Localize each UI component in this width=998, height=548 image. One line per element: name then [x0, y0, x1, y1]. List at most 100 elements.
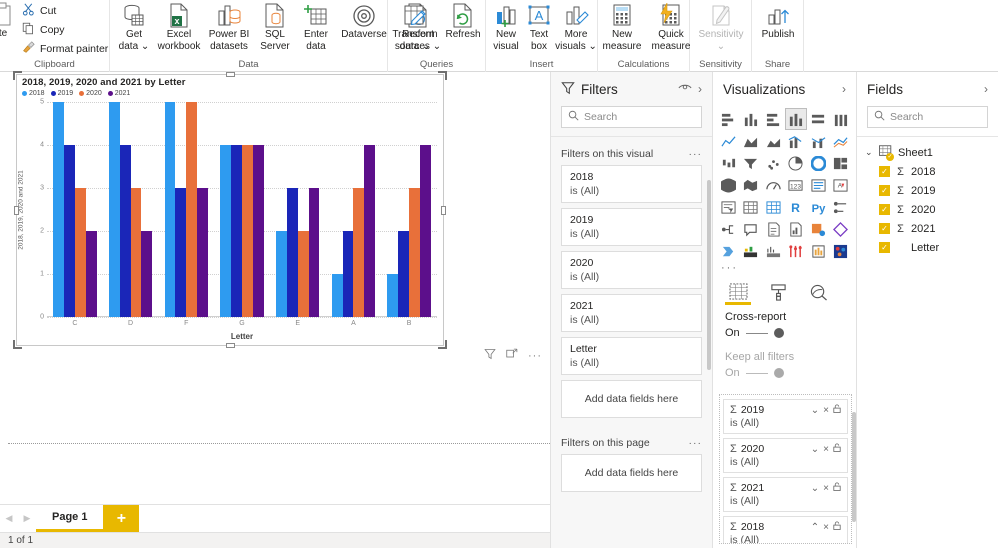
remove-filter-icon[interactable]: ×: [823, 522, 829, 533]
bar-2018-F[interactable]: [164, 102, 176, 317]
filters-visual-more-options[interactable]: ···: [689, 148, 703, 160]
bar-2018-B[interactable]: [387, 274, 399, 317]
fields-table-sheet1[interactable]: ⌄ ✓ Sheet1: [865, 143, 998, 162]
visual-footer[interactable]: ···: [484, 348, 542, 363]
arcgis-maps-icon[interactable]: [717, 240, 740, 262]
chevron-up-icon[interactable]: ⌃: [811, 522, 819, 533]
chevron-down-icon[interactable]: ⌄: [811, 405, 819, 416]
decomposition-tree-icon[interactable]: [717, 218, 740, 240]
cross-report-toggle[interactable]: On: [713, 325, 856, 345]
bar-2019-E[interactable]: [286, 188, 298, 317]
bar-2019-G[interactable]: [231, 145, 242, 317]
resize-handle-right[interactable]: [441, 206, 446, 215]
legend-item-2020[interactable]: 2020: [79, 90, 102, 97]
page-next-button[interactable]: ▶: [18, 505, 36, 532]
power-automate-icon[interactable]: [830, 218, 853, 240]
bar-2020-G[interactable]: [242, 145, 253, 317]
field-well-2020[interactable]: Σ 2020 ⌄ × is (All): [723, 438, 848, 473]
paste-button[interactable]: te: [0, 2, 20, 40]
bar-2021-A[interactable]: [364, 145, 376, 317]
bar-2018-G[interactable]: [220, 145, 232, 317]
bar-chart-visual[interactable]: 2018, 2019, 2020 and 2021 by Letter 2018…: [13, 71, 447, 349]
chevron-down-icon[interactable]: ⌄: [865, 147, 874, 158]
bar-2020-F[interactable]: [186, 102, 198, 317]
report-page[interactable]: 2018, 2019, 2020 and 2021 by Letter 2018…: [8, 71, 550, 444]
text-box-button[interactable]: A Text box: [524, 3, 554, 52]
qna-icon[interactable]: [740, 218, 763, 240]
page-filter-dropzone[interactable]: Add data fields here: [561, 454, 702, 492]
field-well-2021[interactable]: Σ 2021 ⌄ × is (All): [723, 477, 848, 512]
transform-data-button[interactable]: Transform data ⌄: [388, 3, 442, 52]
resize-handle-bl[interactable]: [13, 340, 22, 349]
gauge-icon[interactable]: [762, 174, 785, 196]
matrix-icon[interactable]: [762, 196, 785, 218]
bar-2021-G[interactable]: [252, 145, 264, 317]
python-visual-icon[interactable]: Py: [807, 196, 830, 218]
bar-2020-C[interactable]: [74, 188, 86, 317]
filter-card-2019[interactable]: 2019 is (All): [561, 208, 702, 246]
map-icon[interactable]: [717, 174, 740, 196]
field-well-2019[interactable]: Σ 2019 ⌄ × is (All): [723, 399, 848, 434]
keep-all-filters-toggle[interactable]: On: [713, 365, 856, 385]
remove-filter-icon[interactable]: ×: [823, 483, 829, 494]
chevron-down-icon[interactable]: ⌄: [811, 444, 819, 455]
get-data-button[interactable]: Get data ⌄: [115, 3, 153, 52]
remove-filter-icon[interactable]: ×: [823, 405, 829, 416]
powerapps-icon[interactable]: [807, 218, 830, 240]
filter-card-2021[interactable]: 2021 is (All): [561, 294, 702, 332]
line-stacked-column-icon[interactable]: [785, 130, 808, 152]
chevron-right-icon[interactable]: ›: [698, 82, 702, 96]
legend-item-2021[interactable]: 2021: [107, 90, 130, 97]
report-canvas[interactable]: 2018, 2019, 2020 and 2021 by Letter 2018…: [0, 71, 550, 504]
scatter-chart-icon[interactable]: [762, 152, 785, 174]
fields-search-input[interactable]: Search: [867, 106, 988, 128]
chevron-down-icon[interactable]: ⌄: [811, 483, 819, 494]
filter-card-2020[interactable]: 2020 is (All): [561, 251, 702, 289]
visual-filter-dropzone[interactable]: Add data fields here: [561, 380, 702, 418]
treemap-icon[interactable]: [830, 152, 853, 174]
funnel-icon[interactable]: [740, 152, 763, 174]
field-item-Letter[interactable]: ✓ Letter: [865, 238, 998, 257]
publish-button[interactable]: Publish: [752, 3, 804, 41]
100-stacked-bar-chart-icon[interactable]: [807, 108, 830, 130]
resize-handle-bottom[interactable]: [226, 343, 235, 348]
field-item-2019[interactable]: ✓ Σ 2019: [865, 181, 998, 200]
bar-2020-D[interactable]: [130, 188, 142, 317]
filter-card-Letter[interactable]: Letter is (All): [561, 337, 702, 375]
quick-measure-button[interactable]: Quick measure: [646, 3, 696, 52]
clustered-bar-chart-icon[interactable]: [762, 108, 785, 130]
line-chart-icon[interactable]: [717, 130, 740, 152]
multi-row-card-icon[interactable]: [807, 174, 830, 196]
bar-2018-D[interactable]: [108, 102, 120, 317]
field-checkbox[interactable]: ✓: [879, 223, 890, 234]
filters-page-more-options[interactable]: ···: [689, 437, 703, 449]
lock-icon[interactable]: [833, 482, 841, 494]
legend-item-2019[interactable]: 2019: [50, 90, 73, 97]
add-page-button[interactable]: +: [103, 505, 140, 532]
card-icon[interactable]: 123: [785, 174, 808, 196]
legend-item-2018[interactable]: 2018: [22, 90, 45, 97]
visual-more-options[interactable]: ···: [528, 350, 542, 362]
resize-handle-br[interactable]: [438, 340, 447, 349]
tab-fields[interactable]: [725, 282, 751, 305]
ribbon-chart-icon[interactable]: [830, 130, 853, 152]
fields-item-list[interactable]: ✓ Σ 2018 ✓ Σ 2019 ✓ Σ 2020 ✓ Σ 2021 ✓ Letter: [865, 162, 998, 257]
sql-server-button[interactable]: SQL Server: [255, 3, 295, 52]
filters-search-input[interactable]: Search: [561, 106, 702, 128]
page-tab-page-1[interactable]: Page 1: [36, 505, 104, 532]
dataverse-button[interactable]: Dataverse: [336, 3, 392, 41]
stacked-area-chart-icon[interactable]: [762, 130, 785, 152]
resize-handle-tr[interactable]: [438, 71, 447, 80]
area-chart-icon[interactable]: [740, 130, 763, 152]
visualization-type-grid[interactable]: 123 A R Py: [713, 106, 856, 262]
bar-2019-C[interactable]: [63, 145, 75, 317]
scatter-matrix-icon[interactable]: [830, 240, 853, 262]
bar-2018-A[interactable]: [331, 274, 343, 317]
field-checkbox[interactable]: ✓: [879, 166, 890, 177]
line-clustered-column-icon[interactable]: [807, 130, 830, 152]
paginated-report-icon[interactable]: [785, 218, 808, 240]
bar-2020-A[interactable]: [353, 188, 365, 317]
slicer-icon[interactable]: [717, 196, 740, 218]
eye-icon[interactable]: [678, 82, 692, 96]
excel-workbook-button[interactable]: x Excel workbook: [155, 3, 203, 52]
